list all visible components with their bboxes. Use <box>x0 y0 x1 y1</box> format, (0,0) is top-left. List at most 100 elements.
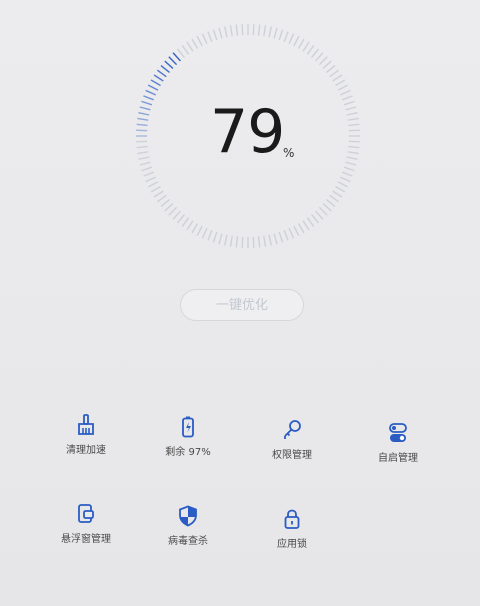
gauge-tick <box>191 223 199 234</box>
gauge-tick <box>136 140 148 143</box>
gauge-tick <box>156 69 167 78</box>
gauge-tick <box>288 227 295 239</box>
gauge-tick <box>212 231 218 243</box>
floating-window-icon <box>78 504 94 523</box>
gauge-tick <box>252 24 255 36</box>
gauge-tick <box>176 48 185 58</box>
gauge-tick <box>345 106 357 111</box>
gauge-tick <box>136 123 148 127</box>
gauge-tick <box>263 235 267 247</box>
gauge-tick <box>139 106 151 111</box>
gauge-tick <box>224 26 228 38</box>
battery-icon <box>182 416 194 438</box>
gauge-tick <box>342 95 353 101</box>
gauge-tick <box>302 220 310 231</box>
lock-icon <box>284 509 300 529</box>
tool-autostart-label: 自启管理 <box>378 453 418 464</box>
gauge-tick <box>147 84 159 91</box>
gauge-tick <box>229 235 233 247</box>
gauge-tick <box>156 194 167 203</box>
gauge-tick <box>302 41 310 52</box>
gauge-tick <box>136 145 148 149</box>
tool-autostart[interactable]: 自启管理 <box>350 422 446 464</box>
gauge-tick <box>311 214 320 224</box>
gauge-tick <box>273 27 278 39</box>
gauge-tick <box>263 25 267 37</box>
gauge-tick <box>306 44 315 55</box>
gauge-tick <box>345 161 357 166</box>
gauge-tick <box>322 60 332 69</box>
gauge-tick <box>288 33 295 45</box>
gauge-tick <box>278 29 284 41</box>
gauge-tick <box>145 176 157 183</box>
tool-antivirus[interactable]: 病毒查杀 <box>140 505 236 547</box>
gauge-tick <box>297 223 305 234</box>
gauge-tick <box>332 74 343 82</box>
toggle-icon <box>389 423 407 442</box>
shield-icon <box>179 505 197 527</box>
tool-permissions[interactable]: 权限管理 <box>244 419 340 461</box>
gauge-tick <box>164 203 174 212</box>
gauge-tick <box>346 156 358 160</box>
tool-battery[interactable]: 剩余 97% <box>140 416 236 458</box>
gauge-tick <box>306 217 315 228</box>
tool-battery-label: 剩余 97% <box>165 447 211 458</box>
gauge-tick <box>160 64 170 73</box>
tool-cleanup-label: 清理加速 <box>66 445 106 456</box>
gauge-tick <box>212 29 218 41</box>
gauge-tick <box>229 25 233 37</box>
gauge-tick <box>172 52 181 62</box>
gauge-tick <box>343 166 355 172</box>
gauge-tick <box>348 145 360 149</box>
score-value: 79 <box>210 97 285 167</box>
gauge-tick <box>315 210 324 220</box>
gauge-tick <box>172 210 181 220</box>
gauge-tick <box>329 69 340 78</box>
tool-permissions-label: 权限管理 <box>272 450 312 461</box>
gauge-tick <box>339 176 351 183</box>
gauge-tick <box>141 100 153 106</box>
gauge-tick <box>318 56 328 66</box>
tool-app-lock-label: 应用锁 <box>277 539 307 550</box>
gauge-tick <box>191 38 199 49</box>
gauge-tick <box>176 214 185 224</box>
gauge-tick <box>147 181 159 188</box>
gauge-tick <box>207 230 213 241</box>
gauge-tick <box>181 44 190 55</box>
gauge-tick <box>153 190 164 198</box>
tool-cleanup[interactable]: 清理加速 <box>38 414 134 456</box>
gauge-tick <box>283 230 289 241</box>
gauge-tick <box>168 56 178 66</box>
gauge-tick <box>241 24 244 36</box>
optimize-button[interactable]: 一键优化 <box>180 289 304 321</box>
gauge-tick <box>257 236 261 248</box>
gauge-tick <box>141 166 153 172</box>
gauge-tick <box>348 140 360 143</box>
gauge-tick <box>139 161 151 166</box>
gauge-tick <box>337 84 349 91</box>
gauge-tick <box>181 217 190 228</box>
gauge-tick <box>326 64 336 73</box>
tool-antivirus-label: 病毒查杀 <box>168 536 208 547</box>
gauge-tick <box>218 27 223 39</box>
gauge-tick <box>293 225 300 237</box>
gauge-tick <box>138 112 150 116</box>
gauge-tick <box>137 151 149 155</box>
gauge-tick <box>168 206 178 216</box>
gauge-tick <box>145 89 157 96</box>
gauge-tick <box>138 156 150 160</box>
gauge-tick <box>196 225 203 237</box>
gauge-tick <box>348 123 360 127</box>
gauge-tick <box>346 112 358 116</box>
gauge-tick <box>224 234 228 246</box>
gauge-tick <box>278 231 284 243</box>
gauge-tick <box>318 206 328 216</box>
broom-icon <box>78 414 94 435</box>
gauge-tick <box>201 33 208 45</box>
gauge-tick <box>348 129 360 132</box>
tool-app-lock[interactable]: 应用锁 <box>244 508 340 550</box>
gauge-tick <box>241 236 244 248</box>
gauge-tick <box>332 190 343 198</box>
tool-floating-window[interactable]: 悬浮窗管理 <box>38 503 134 545</box>
gauge-tick <box>326 199 336 208</box>
